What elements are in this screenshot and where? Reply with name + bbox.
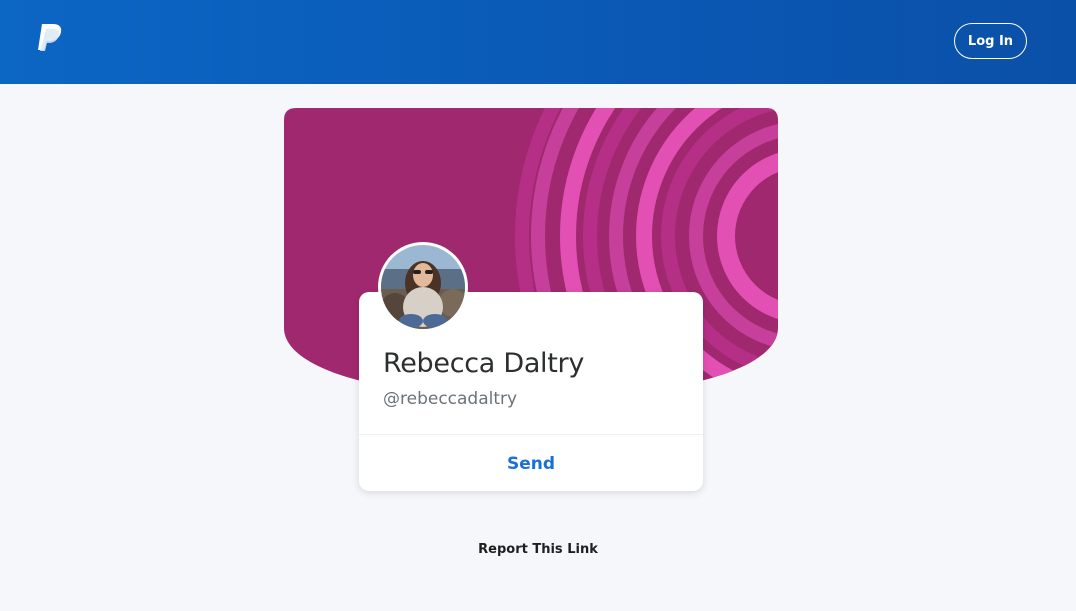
- card-divider: [359, 434, 703, 435]
- profile-photo: [381, 245, 465, 329]
- send-button[interactable]: Send: [359, 436, 703, 491]
- profile-handle: @rebeccadaltry: [383, 389, 518, 409]
- login-button[interactable]: Log In: [954, 23, 1027, 59]
- top-navigation-bar: Log In: [0, 0, 1076, 84]
- report-link[interactable]: Report This Link: [0, 542, 1076, 557]
- profile-name: Rebecca Daltry: [383, 348, 585, 379]
- avatar: [378, 242, 468, 332]
- paypal-logo-icon[interactable]: [36, 20, 66, 52]
